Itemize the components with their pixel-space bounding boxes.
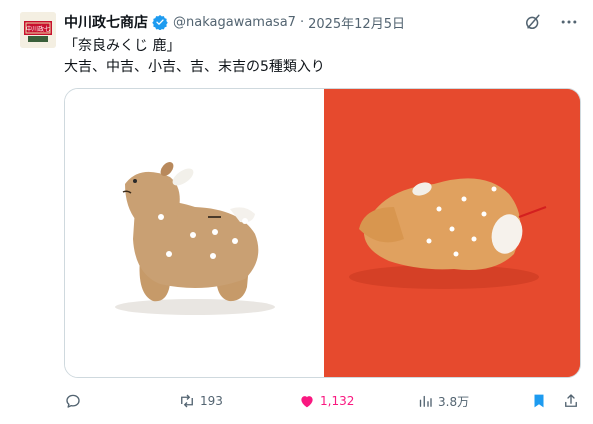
like-icon <box>301 396 313 408</box>
repost-button[interactable]: 193 <box>178 392 223 410</box>
media-image-2[interactable] <box>323 89 580 377</box>
grok-icon[interactable] <box>523 12 543 32</box>
bookmark-button[interactable] <box>530 392 552 410</box>
avatar-logo-text: 中川政七 <box>26 25 50 33</box>
top-actions <box>523 12 579 32</box>
post-text-line-2: 大吉、中吉、小吉、吉、末吉の5種類入り <box>64 59 325 75</box>
separator-dot: · <box>299 14 305 30</box>
more-icon[interactable] <box>559 12 579 32</box>
views-button[interactable]: 3.8万 <box>416 392 469 410</box>
post-header: 中川政七商店 @nakagawamasa7 · 2025年12月5日 <box>64 12 405 32</box>
verified-badge-icon <box>152 14 168 31</box>
repost-count: 193 <box>200 394 223 408</box>
author-handle[interactable]: @nakagawamasa7 <box>173 15 296 30</box>
views-icon <box>419 395 432 407</box>
like-button[interactable]: 1,132 <box>298 392 354 410</box>
reply-button[interactable] <box>64 392 86 410</box>
post-text: 「奈良みくじ 鹿」 大吉、中吉、小吉、吉、末吉の5種類入り <box>64 36 325 78</box>
post-date[interactable]: 2025年12月5日 <box>308 13 405 32</box>
views-count: 3.8万 <box>438 394 470 409</box>
repost-icon <box>181 394 193 408</box>
share-icon <box>565 394 577 407</box>
avatar[interactable]: 中川政七 <box>20 12 56 48</box>
media-image-1[interactable] <box>65 89 324 377</box>
post-text-line-1: 「奈良みくじ 鹿」 <box>64 38 181 54</box>
like-count: 1,132 <box>320 394 355 408</box>
action-bar: 193 1,132 3.8万 <box>64 392 581 412</box>
bookmark-icon <box>534 394 544 408</box>
share-button[interactable] <box>562 392 584 410</box>
media-grid <box>64 88 581 378</box>
reply-icon <box>66 394 80 408</box>
author-name[interactable]: 中川政七商店 <box>64 12 148 32</box>
